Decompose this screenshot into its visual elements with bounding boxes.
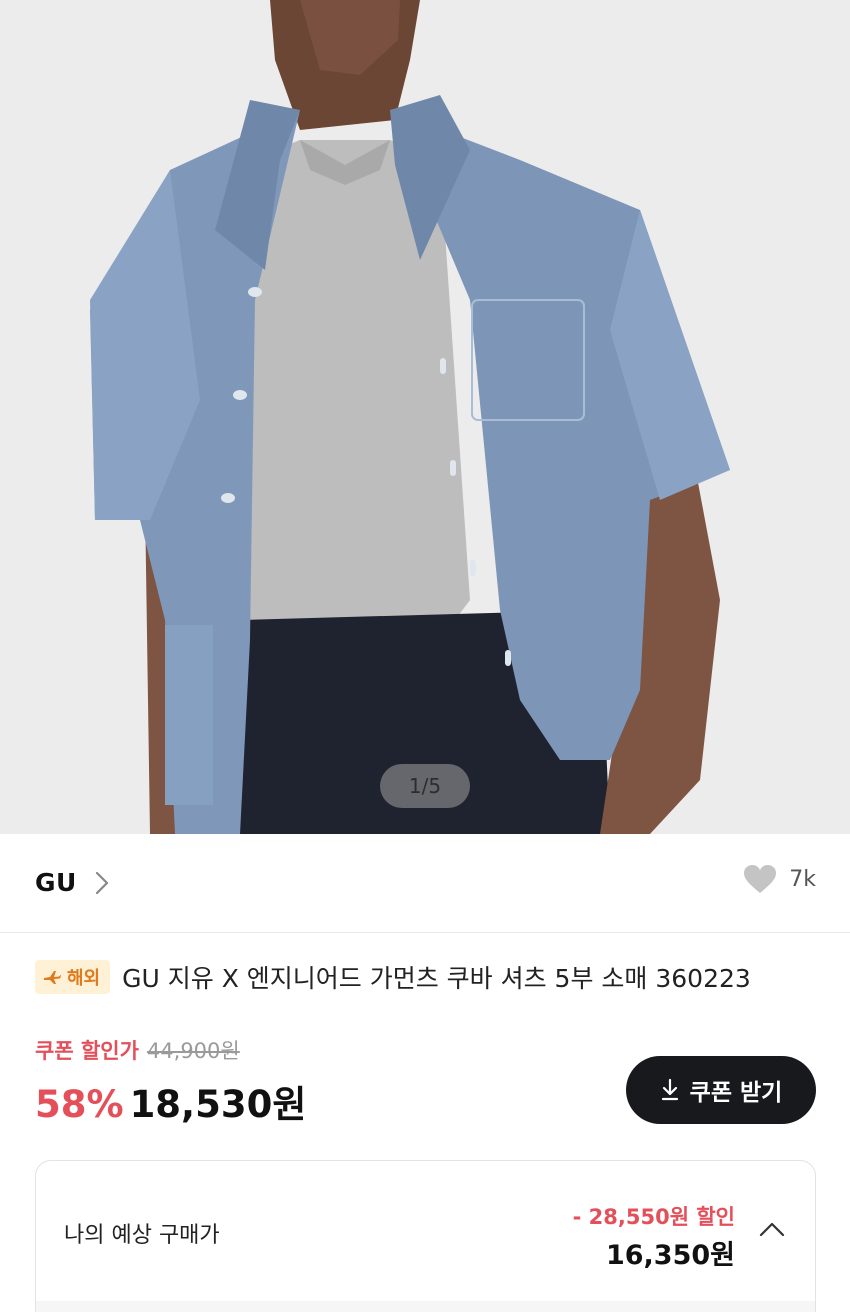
coupon-price-label-row: 쿠폰 할인가 44,900원	[35, 1035, 240, 1065]
discount-rate: 58%	[35, 1083, 124, 1126]
price-row: 58% 18,530원	[35, 1074, 306, 1128]
brand-name[interactable]: GU	[35, 868, 77, 897]
download-icon	[661, 1078, 678, 1101]
product-image-gallery[interactable]: 1/5	[0, 0, 850, 834]
like-button[interactable]: 7k	[743, 864, 816, 894]
chevron-up-icon[interactable]	[759, 1221, 785, 1237]
coupon-price-label: 쿠폰 할인가	[35, 1039, 139, 1063]
original-price: 44,900원	[146, 1039, 240, 1063]
sale-price: 18,530원	[129, 1083, 307, 1126]
estimated-price-card[interactable]: 나의 예상 구매가 - 28,550원 할인 16,350원	[35, 1160, 816, 1312]
chevron-right-icon[interactable]	[93, 870, 111, 896]
get-coupon-button[interactable]: 쿠폰 받기	[626, 1056, 816, 1124]
heart-icon	[744, 865, 777, 893]
estimated-price-label: 나의 예상 구매가	[64, 1223, 220, 1248]
product-title: GU 지유 X 엔지니어드 가먼츠 쿠바 셔츠 5부 소매 360223	[122, 964, 751, 993]
badge-label: 해외	[67, 968, 101, 989]
estimated-discount: - 28,550원 할인	[572, 1205, 735, 1229]
product-photo	[0, 0, 850, 834]
divider	[0, 932, 850, 933]
brand-row: GU 7k	[0, 834, 850, 932]
estimated-final-price: 16,350원	[605, 1240, 735, 1271]
overseas-badge: 해외	[35, 960, 111, 994]
product-title-row: 해외 GU 지유 X 엔지니어드 가먼츠 쿠바 셔츠 5부 소매 360223	[35, 958, 825, 996]
airplane-icon	[44, 971, 61, 984]
estimate-detail-area	[36, 1301, 815, 1312]
get-coupon-label: 쿠폰 받기	[689, 1080, 783, 1106]
like-count: 7k	[789, 866, 816, 892]
image-counter: 1/5	[380, 764, 470, 808]
